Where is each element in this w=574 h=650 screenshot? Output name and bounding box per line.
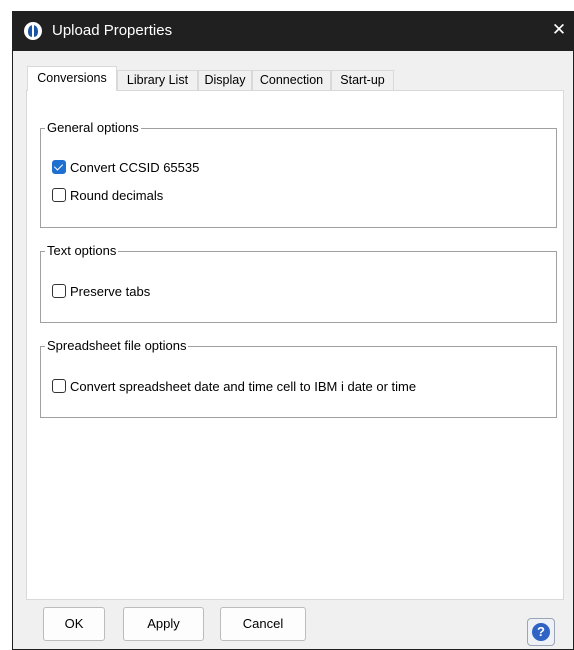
tab-conversions[interactable]: Conversions <box>27 66 117 91</box>
checkbox-box[interactable] <box>52 188 66 202</box>
tab-connection[interactable]: Connection <box>252 70 331 90</box>
apply-button[interactable]: Apply <box>123 607 204 641</box>
tab-library-list[interactable]: Library List <box>117 70 198 90</box>
dialog-body: Conversions Library List Display Connect… <box>13 51 573 649</box>
upload-properties-dialog: Upload Properties ✕ Conversions Library … <box>12 11 574 650</box>
cancel-button[interactable]: Cancel <box>220 607 306 641</box>
checkbox-label: Preserve tabs <box>70 283 151 299</box>
preserve-tabs-checkbox[interactable]: Preserve tabs <box>52 282 150 300</box>
text-options-group: Text options Preserve tabs <box>40 243 557 323</box>
tab-display[interactable]: Display <box>198 70 252 90</box>
convert-spreadsheet-date-checkbox[interactable]: Convert spreadsheet date and time cell t… <box>52 377 416 395</box>
checkmark-icon[interactable] <box>52 160 66 174</box>
group-title: Text options <box>45 243 119 258</box>
window-title: Upload Properties <box>52 22 173 39</box>
checkbox-box[interactable] <box>52 379 66 393</box>
checkbox-label: Convert spreadsheet date and time cell t… <box>70 378 417 394</box>
checkbox-label: Round decimals <box>70 187 164 203</box>
ok-button[interactable]: OK <box>43 607 105 641</box>
checkbox-label: Convert CCSID 65535 <box>70 159 200 175</box>
group-title: General options <box>45 120 141 135</box>
convert-ccsid-checkbox[interactable]: Convert CCSID 65535 <box>52 158 199 176</box>
help-icon: ? <box>532 623 550 641</box>
spreadsheet-options-group: Spreadsheet file options Convert spreads… <box>40 338 557 418</box>
conversions-panel: General options Convert CCSID 65535 Roun… <box>26 90 564 600</box>
general-options-group: General options Convert CCSID 65535 Roun… <box>40 120 557 228</box>
group-title: Spreadsheet file options <box>45 338 189 353</box>
help-button[interactable]: ? <box>527 618 555 646</box>
close-icon[interactable]: ✕ <box>544 11 574 51</box>
round-decimals-checkbox[interactable]: Round decimals <box>52 186 163 204</box>
app-logo-icon <box>24 22 42 40</box>
tab-start-up[interactable]: Start-up <box>331 70 394 90</box>
title-bar[interactable]: Upload Properties ✕ <box>12 11 574 51</box>
checkbox-box[interactable] <box>52 284 66 298</box>
